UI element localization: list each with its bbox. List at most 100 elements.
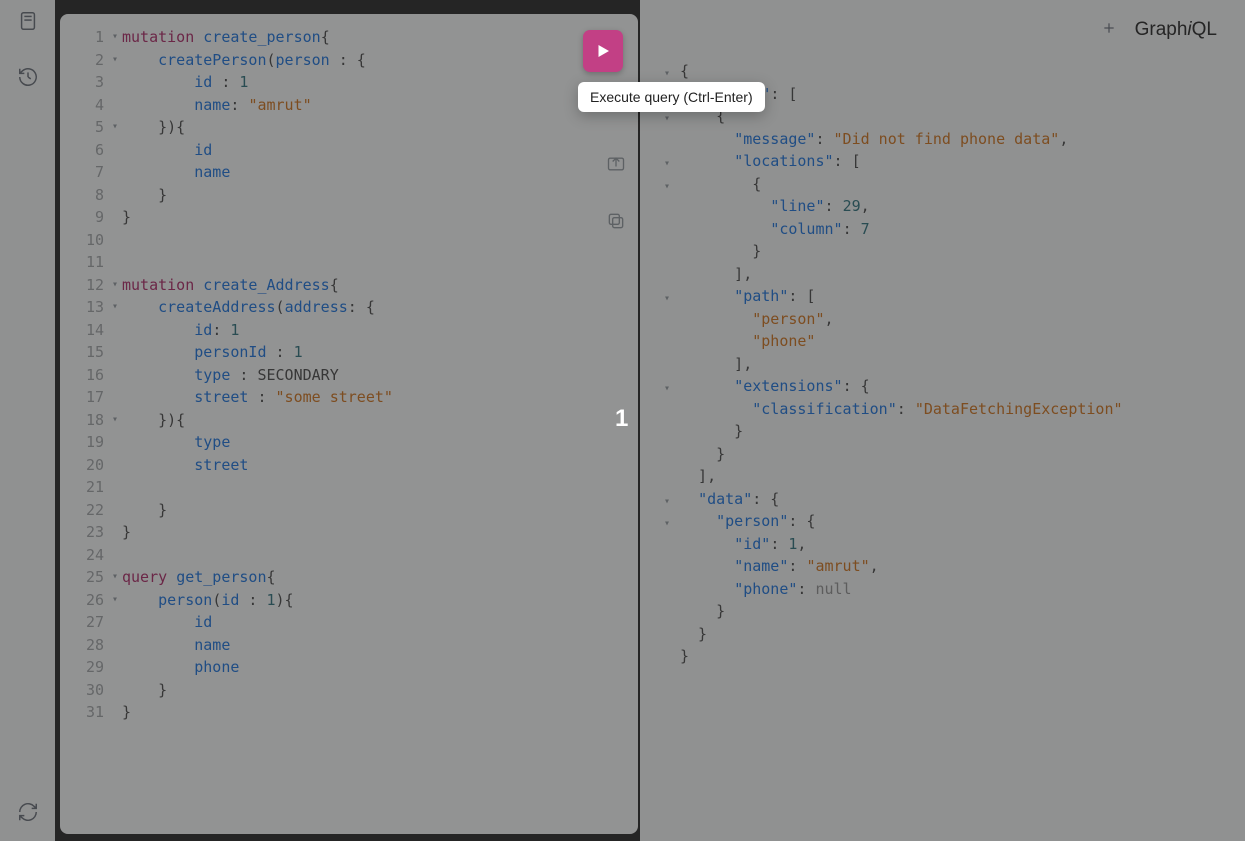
code-line[interactable] (122, 544, 630, 567)
code-line[interactable]: type : SECONDARY (122, 364, 630, 387)
fold-marker (108, 454, 122, 477)
line-number: 22 (60, 499, 108, 522)
line-number: 12 (60, 274, 108, 297)
line-number: 8 (60, 184, 108, 207)
code-line[interactable]: createPerson(person : { (122, 49, 630, 72)
result-header: GraphiQL (640, 0, 1245, 60)
code-line[interactable]: name (122, 634, 630, 657)
code-line[interactable]: phone (122, 656, 630, 679)
line-number: 28 (60, 634, 108, 657)
history-icon (17, 66, 39, 88)
result-line: ▾ "path": [ (664, 285, 1245, 308)
line-number: 18 (60, 409, 108, 432)
line-number: 29 (60, 656, 108, 679)
code-line[interactable]: query get_person{ (122, 566, 630, 589)
code-line[interactable] (122, 251, 630, 274)
brand-label: GraphiQL (1135, 19, 1217, 41)
fold-marker (108, 341, 122, 364)
line-number: 19 (60, 431, 108, 454)
code-line[interactable]: }){ (122, 409, 630, 432)
line-number: 6 (60, 139, 108, 162)
fold-marker[interactable]: ▾ (108, 274, 122, 297)
line-number: 14 (60, 319, 108, 342)
line-number: 4 (60, 94, 108, 117)
code-line[interactable]: personId : 1 (122, 341, 630, 364)
line-number: 2 (60, 49, 108, 72)
result-line: ], (664, 465, 1245, 488)
code-line[interactable]: } (122, 184, 630, 207)
code-line[interactable]: } (122, 701, 630, 724)
fold-marker (108, 229, 122, 252)
code-line[interactable]: } (122, 499, 630, 522)
fold-marker (108, 679, 122, 702)
result-line: } (664, 443, 1245, 466)
result-line: "person", (664, 308, 1245, 331)
code-line[interactable]: mutation create_person{ (122, 26, 630, 49)
code-line[interactable]: type (122, 431, 630, 454)
fold-marker (108, 94, 122, 117)
code-line[interactable]: } (122, 679, 630, 702)
code-line[interactable]: id : 1 (122, 71, 630, 94)
line-number: 3 (60, 71, 108, 94)
fold-marker (108, 431, 122, 454)
refresh-button[interactable] (17, 801, 39, 827)
result-pane: GraphiQL ▾{▾ "errors": [▾ { "message": "… (640, 0, 1245, 841)
code-line[interactable]: name (122, 161, 630, 184)
fold-marker[interactable]: ▾ (108, 589, 122, 612)
refresh-icon (17, 801, 39, 823)
fold-marker[interactable]: ▾ (108, 566, 122, 589)
fold-marker (108, 701, 122, 724)
merge-icon (606, 154, 626, 174)
code-line[interactable]: } (122, 521, 630, 544)
code-line[interactable]: id (122, 611, 630, 634)
code-line[interactable] (122, 229, 630, 252)
result-line: "message": "Did not find phone data", (664, 128, 1245, 151)
result-line: } (664, 240, 1245, 263)
fold-marker (108, 206, 122, 229)
editor-code[interactable]: mutation create_person{ createPerson(per… (122, 26, 630, 724)
code-line[interactable]: createAddress(address: { (122, 296, 630, 319)
execute-tooltip: Execute query (Ctrl-Enter) (578, 82, 765, 112)
result-code[interactable]: ▾{▾ "errors": [▾ { "message": "Did not f… (664, 60, 1245, 668)
result-line: } (664, 600, 1245, 623)
fold-marker (108, 386, 122, 409)
fold-marker (108, 656, 122, 679)
fold-marker (108, 184, 122, 207)
docs-button[interactable] (17, 10, 39, 36)
result-line: ▾ "locations": [ (664, 150, 1245, 173)
fold-marker[interactable]: ▾ (108, 409, 122, 432)
code-line[interactable]: id (122, 139, 630, 162)
line-number: 10 (60, 229, 108, 252)
fold-marker[interactable]: ▾ (108, 26, 122, 49)
code-line[interactable]: id: 1 (122, 319, 630, 342)
result-line: "phone" (664, 330, 1245, 353)
query-editor[interactable]: 1234567891011121314151617181920212223242… (60, 14, 638, 834)
fold-marker[interactable]: ▾ (108, 296, 122, 319)
line-number: 20 (60, 454, 108, 477)
copy-button[interactable] (606, 211, 626, 238)
result-line: ▾ "person": { (664, 510, 1245, 533)
fold-marker (108, 139, 122, 162)
merge-button[interactable] (606, 154, 626, 181)
code-line[interactable] (122, 476, 630, 499)
code-line[interactable]: street : "some street" (122, 386, 630, 409)
code-line[interactable]: } (122, 206, 630, 229)
copy-icon (606, 211, 626, 231)
execute-query-button[interactable] (583, 30, 623, 72)
add-tab-button[interactable] (1101, 20, 1117, 40)
result-line: "line": 29, (664, 195, 1245, 218)
code-line[interactable]: person(id : 1){ (122, 589, 630, 612)
history-button[interactable] (17, 66, 39, 92)
fold-marker[interactable]: ▾ (108, 116, 122, 139)
fold-marker (108, 544, 122, 567)
fold-marker (108, 364, 122, 387)
line-number: 17 (60, 386, 108, 409)
play-icon (594, 42, 612, 60)
result-line: } (664, 420, 1245, 443)
code-line[interactable]: mutation create_Address{ (122, 274, 630, 297)
fold-marker[interactable]: ▾ (108, 49, 122, 72)
code-line[interactable]: name: "amrut" (122, 94, 630, 117)
code-line[interactable]: street (122, 454, 630, 477)
code-line[interactable]: }){ (122, 116, 630, 139)
result-line: } (664, 623, 1245, 646)
